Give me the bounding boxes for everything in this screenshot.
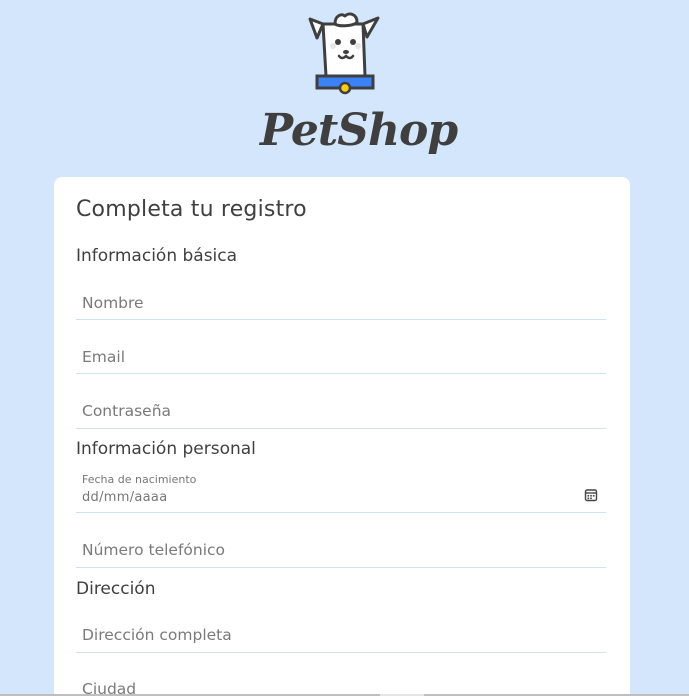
birthdate-placeholder: dd/mm/aaaa — [82, 490, 168, 505]
dog-mascot-icon — [308, 12, 379, 95]
phone-field[interactable]: Número telefónico — [76, 531, 606, 568]
name-field[interactable]: Nombre — [76, 283, 606, 320]
page: PetShop Completa tu registro Información… — [0, 0, 689, 696]
calendar-icon[interactable] — [584, 488, 598, 502]
brand-name: PetShop — [260, 105, 458, 156]
section-title-personal: Información personal — [76, 439, 256, 459]
email-field[interactable]: Email — [76, 337, 606, 374]
section-title-address: Dirección — [76, 579, 156, 599]
section-title-basic: Información básica — [76, 246, 238, 266]
registration-card: Completa tu registro Información básica … — [54, 177, 630, 696]
name-placeholder: Nombre — [82, 294, 144, 312]
logo — [0, 10, 689, 96]
birthdate-label: Fecha de nacimiento — [82, 473, 197, 486]
form-title: Completa tu registro — [76, 197, 307, 222]
full-address-placeholder: Dirección completa — [82, 626, 232, 644]
birthdate-field[interactable]: Fecha de nacimiento dd/mm/aaaa — [76, 471, 606, 513]
city-field[interactable]: Ciudad — [76, 670, 606, 696]
full-address-field[interactable]: Dirección completa — [76, 616, 606, 653]
email-placeholder: Email — [82, 348, 126, 366]
password-field[interactable]: Contraseña — [76, 392, 606, 429]
password-placeholder: Contraseña — [82, 402, 172, 420]
phone-placeholder: Número telefónico — [82, 541, 226, 559]
